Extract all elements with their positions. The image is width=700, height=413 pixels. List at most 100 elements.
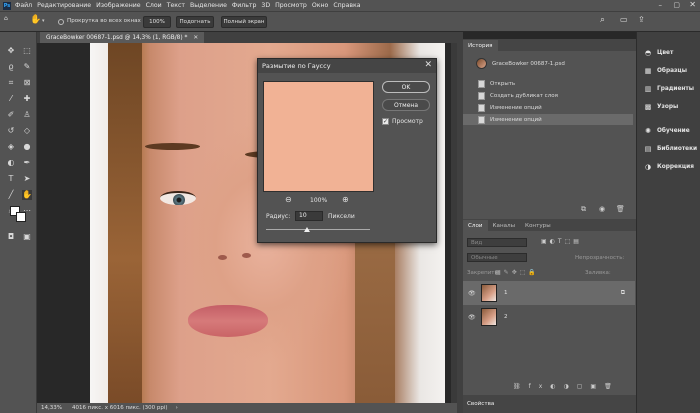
minimize-icon[interactable]: – bbox=[659, 1, 663, 9]
hand-tool-active-icon[interactable]: ✋ bbox=[22, 190, 32, 200]
properties-label: Свойства bbox=[467, 401, 495, 407]
dialog-title-bar[interactable]: Размытие по Гауссу ✕ bbox=[258, 59, 436, 73]
status-arrow-icon[interactable]: › bbox=[176, 405, 178, 411]
blur-preview[interactable] bbox=[263, 81, 374, 192]
history-item-active[interactable]: Изменение опций bbox=[463, 114, 633, 125]
quick-select-tool-icon[interactable]: ✎ bbox=[22, 62, 32, 72]
zoom-in-icon[interactable]: ⊕ bbox=[342, 195, 349, 204]
status-zoom[interactable]: 14,33% bbox=[41, 405, 62, 411]
zoom-out-icon[interactable]: ⊖ bbox=[285, 195, 292, 204]
layer-filter-select[interactable]: Вид bbox=[467, 238, 527, 247]
menu-type[interactable]: Текст bbox=[167, 2, 185, 9]
menu-view[interactable]: Просмотр bbox=[275, 2, 307, 9]
ok-button[interactable]: OK bbox=[382, 81, 430, 93]
menu-window[interactable]: Окно bbox=[312, 2, 328, 9]
layer-filter-icons[interactable]: ▣◐T⬚▤ bbox=[541, 238, 582, 245]
tab-paths[interactable]: Контуры bbox=[520, 220, 556, 231]
chevron-down-icon[interactable]: ▾ bbox=[42, 18, 45, 24]
photoshop-logo-icon: Ps bbox=[3, 1, 11, 10]
tab-history[interactable]: История bbox=[463, 40, 498, 51]
dock-item-color[interactable]: ◓ Цвет bbox=[637, 45, 700, 61]
stamp-tool-icon[interactable]: ♙ bbox=[22, 110, 32, 120]
menu-3d[interactable]: 3D bbox=[261, 2, 270, 9]
frame-tool-icon[interactable]: ⊠ bbox=[22, 78, 32, 88]
trash-icon[interactable]: 🗑 bbox=[616, 205, 625, 213]
move-tool-icon[interactable]: ✥ bbox=[6, 46, 16, 56]
cancel-button[interactable]: Отмена bbox=[382, 99, 430, 111]
dialog-close-icon[interactable]: ✕ bbox=[424, 60, 432, 70]
layer-name[interactable]: 1 bbox=[504, 290, 508, 296]
properties-panel-tab[interactable]: Свойства bbox=[463, 395, 636, 413]
radius-input[interactable]: 10 bbox=[295, 211, 323, 221]
type-tool-icon[interactable]: T bbox=[6, 174, 16, 184]
lasso-tool-icon[interactable]: ϱ bbox=[6, 62, 16, 72]
search-icon[interactable]: ⌕ bbox=[600, 15, 605, 25]
fullscreen-button[interactable]: Полный экран bbox=[221, 16, 267, 28]
line-tool-icon[interactable]: ╱ bbox=[6, 190, 16, 200]
menu-edit[interactable]: Редактирование bbox=[37, 2, 91, 9]
document-tab-bar: GraceBowker 00687-1.psd @ 14,3% (1, RGB/… bbox=[37, 32, 457, 43]
smart-filter-icon[interactable]: ⧉ bbox=[621, 289, 625, 297]
home-icon[interactable]: ⌂ bbox=[4, 15, 8, 22]
menu-image[interactable]: Изображение bbox=[96, 2, 141, 9]
dock-item-libraries[interactable]: ▤ Библиотеки bbox=[637, 141, 700, 157]
history-item[interactable]: Открыть bbox=[463, 78, 633, 89]
menu-help[interactable]: Справка bbox=[333, 2, 360, 9]
crop-tool-icon[interactable]: ⌗ bbox=[6, 78, 16, 88]
maximize-icon[interactable]: ▢ bbox=[673, 1, 680, 9]
quick-mask-icon[interactable]: ◘ bbox=[6, 232, 16, 242]
healing-brush-tool-icon[interactable]: ✚ bbox=[22, 94, 32, 104]
tab-channels[interactable]: Каналы bbox=[488, 220, 520, 231]
dock-item-label: Библиотеки bbox=[657, 146, 698, 152]
dock-item-patterns[interactable]: ▩ Узоры bbox=[637, 99, 700, 115]
history-snapshot[interactable]: GraceBowker 00687-1.psd bbox=[463, 58, 633, 69]
lock-icons[interactable]: ▦✎✥⬚🔒 bbox=[495, 269, 539, 276]
document-tab[interactable]: GraceBowker 00687-1.psd @ 14,3% (1, RGB/… bbox=[40, 32, 205, 43]
status-info: 4016 пикс. x 6016 пикс. (300 ppi) bbox=[71, 405, 168, 411]
workspace-icon[interactable]: ▭ bbox=[620, 15, 628, 24]
dodge-tool-icon[interactable]: ◐ bbox=[6, 158, 16, 168]
bucket-tool-icon[interactable]: ◈ bbox=[6, 142, 16, 152]
eraser-tool-icon[interactable]: ◇ bbox=[22, 126, 32, 136]
layer-name[interactable]: 2 bbox=[504, 314, 508, 320]
tab-layers[interactable]: Слои bbox=[463, 220, 488, 231]
history-brush-tool-icon[interactable]: ↺ bbox=[6, 126, 16, 136]
screen-mode-icon[interactable]: ▣ bbox=[22, 232, 32, 242]
artboard-tool-icon[interactable]: ⬚ bbox=[22, 46, 32, 56]
menu-layers[interactable]: Слои bbox=[146, 2, 162, 9]
layer-footer-icons[interactable]: ⛓fx◐◑▢▣🗑 bbox=[513, 383, 620, 390]
scroll-all-windows-checkbox[interactable] bbox=[58, 19, 64, 25]
close-window-icon[interactable]: ✕ bbox=[689, 0, 696, 9]
blend-mode-select[interactable]: Обычные bbox=[467, 253, 527, 262]
history-item[interactable]: Изменение опций bbox=[463, 102, 633, 113]
radius-slider-track[interactable] bbox=[266, 229, 370, 230]
visibility-eye-icon[interactable]: 👁 bbox=[468, 314, 476, 321]
menu-file[interactable]: Файл bbox=[15, 2, 32, 9]
menu-select[interactable]: Выделение bbox=[190, 2, 227, 9]
pen-tool-icon[interactable]: ✒ bbox=[22, 158, 32, 168]
eyedropper-tool-icon[interactable]: ⁄ bbox=[6, 94, 16, 104]
new-document-from-state-icon[interactable]: ⧉ bbox=[581, 205, 586, 214]
path-select-tool-icon[interactable]: ➤ bbox=[22, 174, 32, 184]
close-tab-icon[interactable]: ✕ bbox=[193, 35, 198, 41]
camera-icon[interactable]: ◉ bbox=[599, 205, 605, 213]
background-color-swatch[interactable] bbox=[16, 212, 26, 222]
radius-slider-handle[interactable] bbox=[304, 227, 310, 232]
visibility-eye-icon[interactable]: 👁 bbox=[468, 290, 476, 297]
dock-item-learn[interactable]: ✺ Обучение bbox=[637, 123, 700, 139]
gradient-icon: ▥ bbox=[644, 85, 652, 93]
fit-screen-button[interactable]: Подогнать bbox=[176, 16, 214, 28]
brush-tool-icon[interactable]: ✐ bbox=[6, 110, 16, 120]
menu-filter[interactable]: Фильтр bbox=[232, 2, 256, 9]
dock-item-adjustments[interactable]: ◑ Коррекция bbox=[637, 159, 700, 175]
preview-checkbox[interactable]: ✓ bbox=[382, 118, 389, 125]
share-icon[interactable]: ⇪ bbox=[638, 15, 645, 24]
layer-row[interactable]: 👁 2 bbox=[463, 305, 635, 329]
zoom-100-button[interactable]: 100% bbox=[143, 16, 171, 28]
layer-row-selected[interactable]: 👁 1 ⧉ bbox=[463, 281, 635, 305]
hand-tool-icon[interactable]: ✋ bbox=[30, 15, 41, 25]
dock-item-swatches[interactable]: ▦ Образцы bbox=[637, 63, 700, 79]
blur-tool-icon[interactable]: ● bbox=[22, 142, 32, 152]
dock-item-gradients[interactable]: ▥ Градиенты bbox=[637, 81, 700, 97]
history-item[interactable]: Создать дубликат слоя bbox=[463, 90, 633, 101]
